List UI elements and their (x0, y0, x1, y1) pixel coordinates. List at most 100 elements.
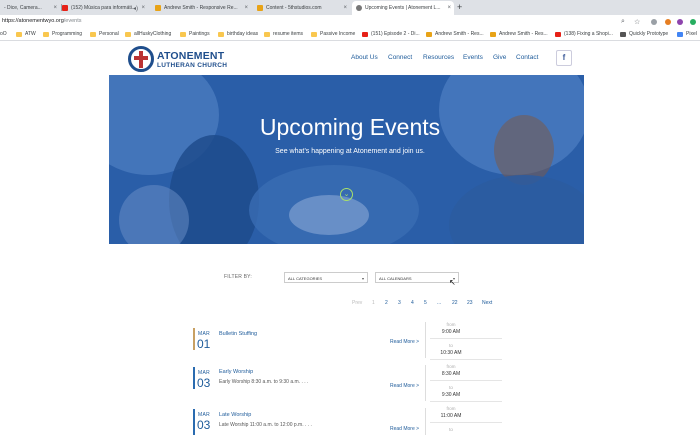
bookmark-folder[interactable]: ATW (16, 31, 36, 37)
event-title[interactable]: Bulletin Stuffing (219, 331, 257, 337)
read-more-link[interactable]: Read More > (390, 339, 419, 345)
pagination-page[interactable]: 22 (452, 300, 458, 306)
close-icon[interactable]: × (141, 5, 145, 11)
time-to-label: to (449, 385, 453, 390)
time-divider (430, 338, 502, 339)
pagination-page[interactable]: 1 (372, 300, 375, 306)
bookmark-item[interactable]: oO (0, 31, 7, 37)
event-divider (425, 322, 426, 358)
bookmark-folder[interactable]: Paintings (180, 31, 210, 37)
read-more-link[interactable]: Read More > (390, 383, 419, 389)
youtube-icon (362, 31, 368, 37)
bookmark-item[interactable]: Andrew Smith - Res... (426, 31, 484, 37)
hero-photo-shape (289, 195, 369, 235)
speaker-icon[interactable]: ◂) (133, 5, 138, 12)
browser-tab-strip: - Dice, Camera... × (152) Música para in… (0, 0, 700, 15)
extension-icon[interactable] (651, 19, 657, 25)
pagination-ellipsis: ... (437, 300, 442, 306)
event-divider (425, 408, 426, 435)
bookmark-favicon-icon (677, 31, 683, 37)
bookmark-item[interactable]: Pixel (677, 31, 697, 37)
chevron-down-icon[interactable]: ⌄ (340, 188, 353, 201)
logo-title[interactable]: ATONEMENT (157, 50, 224, 62)
page-subtitle: See what’s happening at Atonement and jo… (275, 148, 425, 155)
tab-title: - Dice, Camera... (4, 5, 42, 11)
site-favicon-icon (426, 31, 432, 37)
bookmark-folder[interactable]: Programming (43, 31, 82, 37)
extension-icon[interactable] (665, 19, 671, 25)
facebook-icon[interactable]: f (556, 50, 572, 66)
folder-icon (264, 31, 270, 37)
pagination-page[interactable]: 4 (411, 300, 414, 306)
youtube-icon (555, 31, 561, 37)
pagination-page[interactable]: 5 (424, 300, 427, 306)
address-bar[interactable]: https://atonementwyo.org/events (2, 18, 82, 24)
browser-toolbar: https://atonementwyo.org/events ⌕ ☆ (0, 15, 700, 29)
extension-icon[interactable] (690, 19, 696, 25)
star-icon[interactable]: ☆ (634, 18, 640, 26)
event-accent-bar (193, 328, 195, 350)
close-icon[interactable]: × (447, 5, 451, 11)
pagination-page[interactable]: 3 (398, 300, 401, 306)
time-divider (430, 380, 502, 381)
tab-title: Andrew Smith - Responsive Re... (164, 5, 238, 11)
nav-connect[interactable]: Connect (388, 54, 412, 61)
bookmark-folder[interactable]: resume items (264, 31, 303, 37)
close-icon[interactable]: × (343, 5, 347, 11)
browser-tab[interactable]: Content - 5thstudios.com × (253, 1, 350, 15)
nav-about-us[interactable]: About Us (351, 54, 378, 61)
browser-tab[interactable]: (152) Música para informáti... ◂) × (58, 1, 148, 15)
bookmark-item[interactable]: (151) Episode 2 - Di... (362, 31, 420, 37)
search-icon[interactable]: ⌕ (621, 18, 625, 26)
time-divider (430, 359, 502, 360)
pagination-prev[interactable]: Prev (352, 300, 362, 306)
pagination-page[interactable]: 2 (385, 300, 388, 306)
logo-subtitle[interactable]: LUTHERAN CHURCH (157, 62, 227, 69)
event-end-time: 9:30 AM (441, 392, 461, 398)
extension-icon[interactable] (677, 19, 683, 25)
event-description: Early Worship 8:30 a.m. to 9:30 a.m. . .… (219, 379, 309, 385)
bookmark-folder[interactable]: Passive Income (311, 31, 355, 37)
folder-icon (218, 31, 224, 37)
browser-tab[interactable]: - Dice, Camera... × (0, 1, 60, 15)
pagination-next[interactable]: Next (482, 300, 492, 306)
bookmark-item[interactable]: Quickly Prototype (620, 31, 668, 37)
nav-events[interactable]: Events (463, 54, 483, 61)
folder-icon (43, 31, 49, 37)
bookmark-folder[interactable]: allHuskyClothing (125, 31, 171, 37)
bookmark-item[interactable]: Andrew Smith - Res... (490, 31, 548, 37)
page-title: Upcoming Events (259, 114, 441, 140)
calendar-select[interactable]: ALL CALENDARS ▾ (375, 272, 459, 283)
category-select[interactable]: ALL CATEGORIES ▾ (284, 272, 368, 283)
nav-give[interactable]: Give (493, 54, 506, 61)
url-path: /events (63, 18, 82, 24)
read-more-link[interactable]: Read More > (390, 426, 419, 432)
time-to-label: to (449, 343, 453, 348)
chevron-down-icon: ▾ (361, 276, 364, 281)
new-tab-button[interactable]: + (457, 2, 462, 12)
bookmarks-bar: oO ATW Programming Personal allHuskyClot… (0, 29, 700, 41)
close-icon[interactable]: × (53, 5, 57, 11)
event-description: Late Worship 11:00 a.m. to 12:00 p.m. . … (219, 422, 312, 428)
browser-tab-active[interactable]: Upcoming Events | Atonement L... × (352, 1, 454, 15)
mouse-cursor-icon: ↖ (449, 278, 456, 287)
folder-icon (125, 31, 131, 37)
youtube-icon (62, 5, 68, 11)
browser-tab[interactable]: Andrew Smith - Responsive Re... × (151, 1, 251, 15)
pagination-page[interactable]: 23 (467, 300, 473, 306)
bookmark-folder[interactable]: Personal (90, 31, 119, 37)
time-from-label: from (446, 364, 456, 369)
close-icon[interactable]: × (244, 5, 248, 11)
nav-contact[interactable]: Contact (516, 54, 538, 61)
event-title[interactable]: Early Worship (219, 369, 253, 375)
nav-resources[interactable]: Resources (423, 54, 454, 61)
filter-label: FILTER BY: (224, 274, 253, 280)
bookmark-folder[interactable]: birthday ideas (218, 31, 258, 37)
event-day: 03 (197, 418, 211, 432)
event-start-time: 9:00 AM (441, 329, 461, 335)
church-logo-icon[interactable] (128, 46, 154, 72)
event-accent-bar (193, 367, 195, 389)
bookmark-item[interactable]: (138) Fixing a Shopi... (555, 31, 613, 37)
event-title[interactable]: Late Worship (219, 412, 251, 418)
folder-icon (16, 31, 22, 37)
